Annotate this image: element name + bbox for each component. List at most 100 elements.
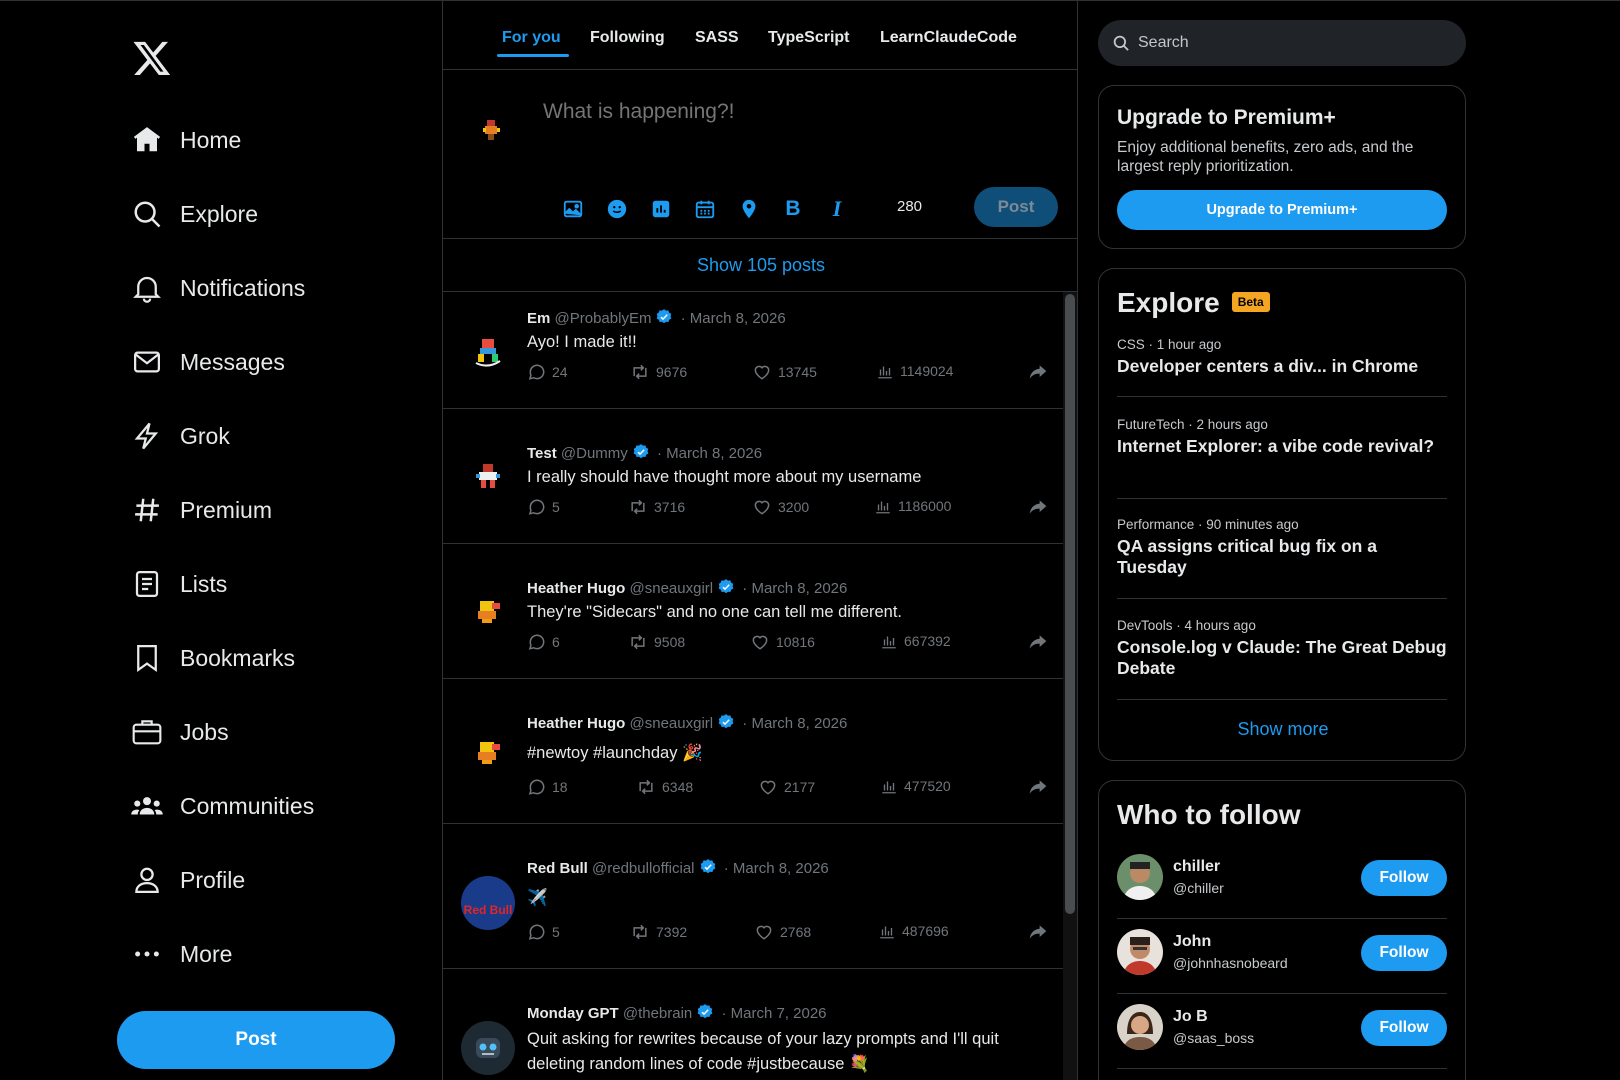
trend-item[interactable]: DevTools · 4 hours ago Console.log v Cla… [1117,618,1447,700]
tweet-author-handle[interactable]: @ProbablyEm [555,310,652,327]
reply-button[interactable]: 18 [527,777,568,797]
show-more-link[interactable]: Show more [1099,719,1467,740]
nav-home[interactable]: Home [130,115,241,165]
views-button[interactable]: 477520 [879,777,951,795]
tweet-author-name[interactable]: Heather Hugo [527,715,625,732]
nav-messages[interactable]: Messages [130,337,285,387]
avatar[interactable] [1117,929,1163,975]
nav-lists[interactable]: Lists [130,559,227,609]
tweet-author-name[interactable]: Red Bull [527,860,588,877]
nav-grok[interactable]: Grok [130,411,230,461]
search-input[interactable] [1138,34,1438,52]
avatar[interactable] [1117,1004,1163,1050]
search-box[interactable] [1098,20,1466,66]
share-button[interactable] [1027,777,1054,797]
tweet-date[interactable]: March 7, 2026 [731,1005,827,1022]
like-button[interactable]: 10816 [749,632,815,652]
nav-communities[interactable]: Communities [130,781,314,831]
tweet-author-name[interactable]: Heather Hugo [527,580,625,597]
tweet-author-name[interactable]: Test [527,445,557,462]
avatar[interactable]: Red Bull [461,876,515,930]
tweet-author-handle[interactable]: @sneauxgirl [630,580,714,597]
tweet-card[interactable]: Heather Hugo @sneauxgirl · March 8, 2026… [443,544,1063,679]
retweet-button[interactable]: 6348 [635,777,693,797]
trend-item[interactable]: FutureTech · 2 hours ago Internet Explor… [1117,417,1447,499]
reply-button[interactable]: 6 [527,632,560,652]
follow-button[interactable]: Follow [1361,1010,1447,1046]
tweet-author-handle[interactable]: @redbullofficial [592,860,695,877]
tweet-card[interactable]: Test @Dummy · March 8, 2026 I really sho… [443,409,1063,544]
share-button[interactable] [1027,922,1054,942]
tab-following[interactable]: Following [590,29,665,47]
follow-name[interactable]: chiller [1173,858,1220,876]
tab-typescript[interactable]: TypeScript [768,29,850,47]
follow-name[interactable]: John [1173,933,1211,951]
tweet-date[interactable]: March 8, 2026 [690,310,786,327]
views-button[interactable]: 1186000 [873,497,951,515]
reply-button[interactable]: 5 [527,497,560,517]
nav-more[interactable]: More [130,929,232,979]
tweet-date[interactable]: March 8, 2026 [751,580,847,597]
avatar[interactable] [461,449,515,503]
poll-icon[interactable] [639,194,683,224]
compose-input[interactable] [543,100,1023,124]
avatar[interactable] [461,324,515,378]
scrollbar-thumb[interactable] [1065,294,1075,914]
tweet-author-handle[interactable]: @thebrain [623,1005,692,1022]
nav-jobs[interactable]: Jobs [130,707,229,757]
like-button[interactable]: 3200 [751,497,809,517]
tweet-card[interactable]: Red Bull Red Bull @redbullofficial · Mar… [443,824,1063,969]
follow-button[interactable]: Follow [1361,860,1447,896]
tweet-author-name[interactable]: Em [527,310,550,327]
tweet-date[interactable]: March 8, 2026 [733,860,829,877]
nav-notifications[interactable]: Notifications [130,263,305,313]
italic-icon[interactable]: I [815,194,859,224]
tab-learnclaudecode[interactable]: LearnClaudeCode [880,29,1017,47]
x-logo-icon[interactable] [132,38,172,78]
avatar[interactable] [461,584,515,638]
retweet-button[interactable]: 7392 [629,922,687,942]
schedule-icon[interactable] [683,194,727,224]
like-button[interactable]: 13745 [751,362,817,382]
retweet-button[interactable]: 9508 [627,632,685,652]
follow-suggestion[interactable]: chiller @chiller Follow [1117,844,1447,919]
tweet-card[interactable]: Heather Hugo @sneauxgirl · March 8, 2026… [443,679,1063,824]
tweet-card[interactable]: Monday GPT @thebrain · March 7, 2026 Qui… [443,969,1063,1080]
trend-item[interactable]: CSS · 1 hour ago Developer centers a div… [1117,337,1447,397]
composer-avatar[interactable] [473,112,509,148]
retweet-button[interactable]: 9676 [629,362,687,382]
reply-button[interactable]: 24 [527,362,568,382]
nav-premium[interactable]: Premium [130,485,272,535]
like-button[interactable]: 2768 [753,922,811,942]
tweet-date[interactable]: March 8, 2026 [666,445,762,462]
like-button[interactable]: 2177 [757,777,815,797]
views-button[interactable]: 487696 [877,922,949,940]
nav-explore[interactable]: Explore [130,189,258,239]
follow-suggestion[interactable]: John @johnhasnobeard Follow [1117,919,1447,994]
upgrade-premium-button[interactable]: Upgrade to Premium+ [1117,190,1447,230]
share-button[interactable] [1027,497,1054,517]
tweet-author-handle[interactable]: @Dummy [561,445,628,462]
follow-button[interactable]: Follow [1361,935,1447,971]
nav-profile[interactable]: Profile [130,855,245,905]
retweet-button[interactable]: 3716 [627,497,685,517]
share-button[interactable] [1027,362,1054,382]
tweet-author-name[interactable]: Monday GPT [527,1005,619,1022]
compose-post-button[interactable]: Post [974,187,1058,227]
sidebar-post-button[interactable]: Post [117,1011,395,1069]
emoji-icon[interactable] [595,194,639,224]
location-icon[interactable] [727,194,771,224]
nav-bookmarks[interactable]: Bookmarks [130,633,295,683]
share-button[interactable] [1027,632,1054,652]
reply-button[interactable]: 5 [527,922,560,942]
image-icon[interactable] [551,194,595,224]
tweet-author-handle[interactable]: @sneauxgirl [630,715,714,732]
bold-icon[interactable]: B [771,194,815,224]
show-new-posts[interactable]: Show 105 posts [443,239,1077,292]
follow-suggestion[interactable]: Jo B @saas_boss Follow [1117,994,1447,1069]
avatar[interactable] [461,1021,515,1075]
views-button[interactable]: 667392 [879,632,951,650]
avatar[interactable] [1117,854,1163,900]
avatar[interactable] [461,725,515,779]
tweet-date[interactable]: March 8, 2026 [751,715,847,732]
